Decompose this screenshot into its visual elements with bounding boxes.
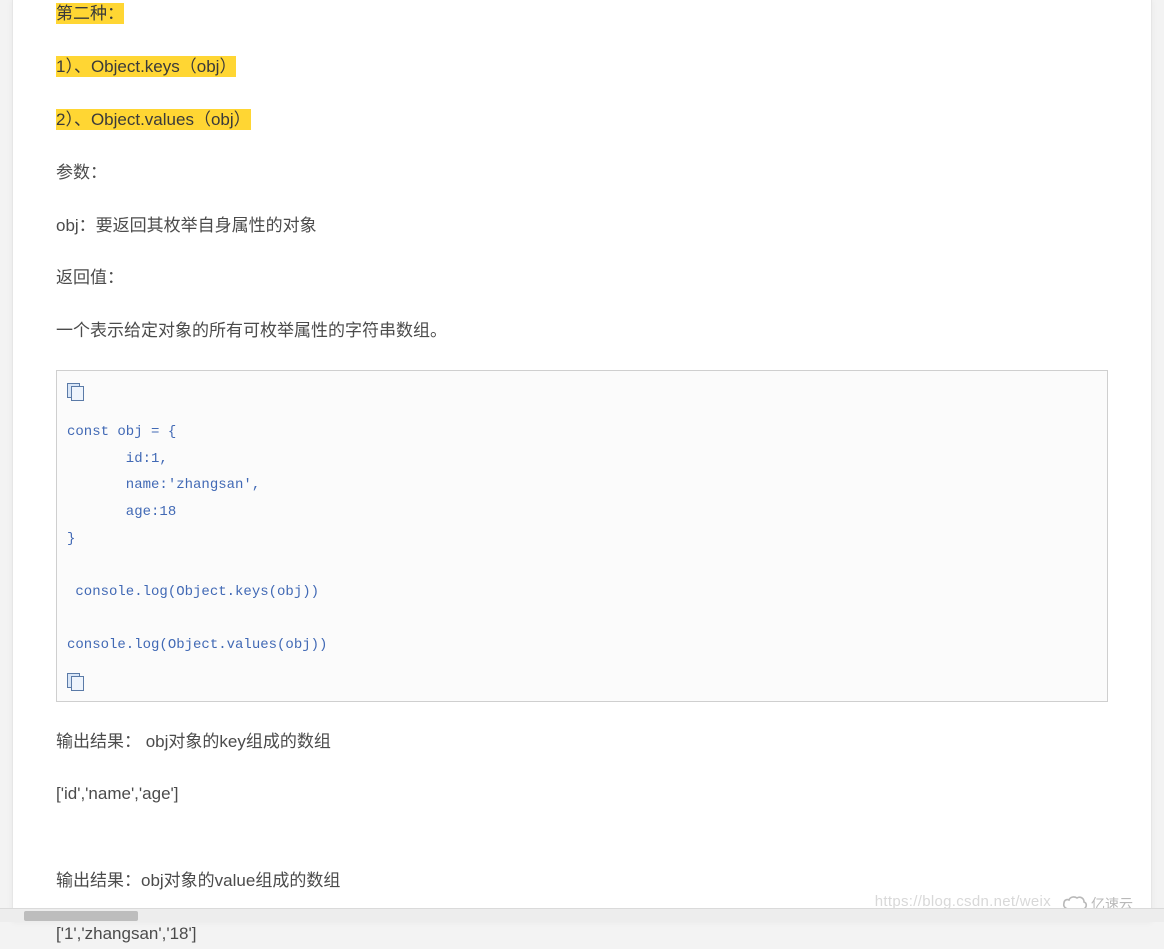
- output1-value: ['id','name','age']: [56, 780, 1108, 809]
- heading-second: 第二种：: [56, 0, 1108, 29]
- params-label: 参数：: [56, 159, 1108, 188]
- code-content: const obj = { id:1, name:'zhangsan', age…: [67, 419, 1097, 658]
- return-label: 返回值：: [56, 264, 1108, 293]
- scrollbar-thumb[interactable]: [24, 911, 138, 921]
- params-desc: obj：要返回其枚举自身属性的对象: [56, 212, 1108, 241]
- list-item-2: 2）、Object.values（obj）: [56, 106, 1108, 135]
- output2-label: 输出结果：obj对象的value组成的数组: [56, 867, 1108, 896]
- output2-value: ['1','zhangsan','18']: [56, 920, 1108, 949]
- copy-icon[interactable]: [67, 673, 85, 691]
- output1-label: 输出结果： obj对象的key组成的数组: [56, 728, 1108, 757]
- copy-icon[interactable]: [67, 383, 85, 401]
- return-desc: 一个表示给定对象的所有可枚举属性的字符串数组。: [56, 317, 1108, 346]
- code-block: const obj = { id:1, name:'zhangsan', age…: [56, 370, 1108, 701]
- highlight-text: 1）、Object.keys（obj）: [56, 56, 236, 77]
- horizontal-scrollbar[interactable]: [0, 908, 1164, 922]
- article-card: 第二种： 1）、Object.keys（obj） 2）、Object.value…: [12, 0, 1152, 922]
- list-item-1: 1）、Object.keys（obj）: [56, 53, 1108, 82]
- highlight-text: 2）、Object.values（obj）: [56, 109, 251, 130]
- spacer: [56, 833, 1108, 843]
- highlight-text: 第二种：: [56, 3, 124, 24]
